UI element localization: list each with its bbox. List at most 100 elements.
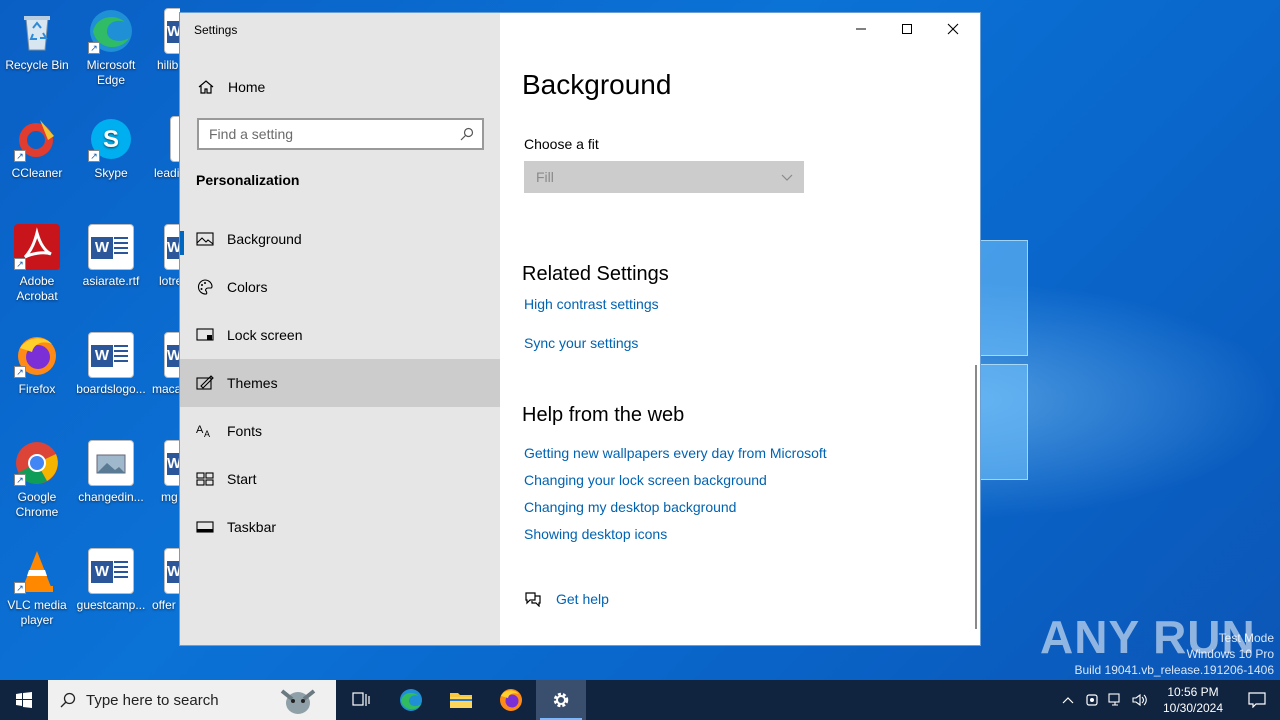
taskbar-file-explorer-button[interactable] [436,680,486,720]
word-document-icon: W [88,332,134,378]
nav-item-colors[interactable]: Colors [180,263,500,311]
desktop-icon-label: VLC media player [7,598,67,627]
sync-settings-link[interactable]: Sync your settings [524,335,638,351]
ccleaner-icon: ↗ [14,116,60,162]
desktop-icon-google-chrome[interactable]: ↗ Google Chrome [0,440,74,520]
vlc-icon: ↗ [14,548,60,594]
choose-fit-dropdown[interactable]: Fill [524,161,804,193]
lock-screen-icon [196,326,214,344]
get-help-label: Get help [556,591,609,607]
shield-app-icon [1086,694,1098,706]
nav-item-fonts[interactable]: AA Fonts [180,407,500,455]
desktop-icon-label: asiarate.rtf [82,274,140,288]
desktop-icon-skype[interactable]: S ↗ Skype [74,116,148,181]
desktop-icon-leadi[interactable]: leadi [144,116,180,181]
word-document-icon: W [164,332,180,378]
desktop-icon-label: Firefox [18,382,56,396]
desktop-icon-firefox[interactable]: ↗ Firefox [0,332,74,397]
desktop-icon-offer[interactable]: W offer [144,548,180,613]
desktop-icon-label: Skype [94,166,128,180]
nav-item-background[interactable]: Background [180,215,500,263]
image-file-icon [88,440,134,486]
page-title: Background [522,69,672,100]
content-scrollbar[interactable] [975,365,977,629]
test-mode-watermark: Test Mode Windows 10 Pro Build 19041.vb_… [1075,630,1275,678]
clock-date: 10/30/2024 [1162,701,1224,715]
network-button[interactable] [1104,680,1128,720]
window-title: Settings [194,23,238,37]
start-button[interactable] [0,680,48,720]
volume-button[interactable] [1128,680,1152,720]
desktop-icon-label: guestcamp... [76,598,146,612]
desktop-icon-asiarate[interactable]: W asiarate.rtf [74,224,148,289]
gear-icon [553,692,569,708]
taskbar-search-box[interactable]: Type here to search [48,680,336,720]
close-icon [947,23,959,35]
desktop-icon-label: lotre [159,274,180,288]
desktop-icon-microsoft-edge[interactable]: ↗ Microsoft Edge [74,8,148,88]
get-help-link[interactable]: Get help [524,591,609,607]
high-contrast-settings-link[interactable]: High contrast settings [524,296,659,312]
taskbar-search-placeholder: Type here to search [86,691,219,709]
nav-home-link[interactable]: Home [180,69,500,105]
desktop-icon-changedin[interactable]: changedin... [74,440,148,505]
chevron-down-icon [781,174,793,181]
search-icon [60,692,76,708]
word-document-icon: W [164,224,180,270]
close-button[interactable] [930,13,976,45]
taskbar-edge-button[interactable] [386,680,436,720]
desktop-icon-mg[interactable]: W mg [144,440,180,505]
desktop-icon-maca[interactable]: W maca [144,332,180,397]
nav-item-lock-screen[interactable]: Lock screen [180,311,500,359]
desktop-icon-guestcamp[interactable]: W guestcamp... [74,548,148,613]
desktop-icon-recycle-bin[interactable]: Recycle Bin [0,8,74,73]
desktop-icon-hilib[interactable]: W hilib [144,8,180,73]
watermark-line: Build 19041.vb_release.191206-1406 [1074,663,1275,677]
nav-item-themes[interactable]: Themes [180,359,500,407]
choose-fit-value: Fill [536,169,554,185]
desktop-icon-label: offer [152,598,176,612]
adobe-acrobat-icon: ↗ [14,224,60,270]
chat-help-icon [525,592,541,607]
search-highlight-icon [280,689,316,714]
task-view-button[interactable] [336,680,386,720]
minimize-button[interactable] [838,13,884,45]
settings-search-input[interactable] [209,126,449,142]
chevron-up-icon [1062,697,1074,704]
related-settings-heading: Related Settings [522,263,669,285]
themes-icon [196,374,214,392]
settings-search-box[interactable] [197,118,484,150]
help-link-desktop-icons[interactable]: Showing desktop icons [524,526,667,542]
taskbar-firefox-button[interactable] [486,680,536,720]
desktop-icon-adobe-acrobat[interactable]: ↗ Adobe Acrobat [0,224,74,304]
nav-item-taskbar[interactable]: Taskbar [180,503,500,551]
chrome-icon: ↗ [14,440,60,486]
home-icon [198,80,214,94]
nav-item-label: Fonts [227,423,263,439]
word-document-icon: W [88,224,134,270]
nav-item-label: Start [227,471,257,487]
nav-item-label: Taskbar [227,519,277,535]
clock-time: 10:56 PM [1167,685,1219,699]
taskbar-clock[interactable]: 10:56 PM 10/30/2024 [1152,684,1234,716]
desktop-icon-boardslogo[interactable]: W boardslogo... [74,332,148,397]
help-link-wallpapers[interactable]: Getting new wallpapers every day from Mi… [524,445,827,461]
recycle-bin-icon [14,8,60,54]
desktop-icon-label: CCleaner [11,166,63,180]
show-hidden-icons-button[interactable] [1056,680,1080,720]
tray-app-icon[interactable] [1080,680,1104,720]
skype-icon: S ↗ [88,116,134,162]
help-link-desktop-background[interactable]: Changing my desktop background [524,499,736,515]
maximize-button[interactable] [884,13,930,45]
desktop-icon-label: Microsoft Edge [86,58,136,87]
nav-item-start[interactable]: Start [180,455,500,503]
desktop-icon-lotre[interactable]: W lotre [144,224,180,289]
help-link-lock-screen[interactable]: Changing your lock screen background [524,472,767,488]
watermark-line: Test Mode [1218,631,1274,645]
taskbar-settings-button[interactable] [536,680,586,720]
desktop-icon-ccleaner[interactable]: ↗ CCleaner [0,116,74,181]
wallpaper-windows-logo [980,240,1090,510]
action-center-button[interactable] [1234,680,1280,720]
desktop-icon-vlc[interactable]: ↗ VLC media player [0,548,74,628]
word-document-icon: W [164,8,180,54]
